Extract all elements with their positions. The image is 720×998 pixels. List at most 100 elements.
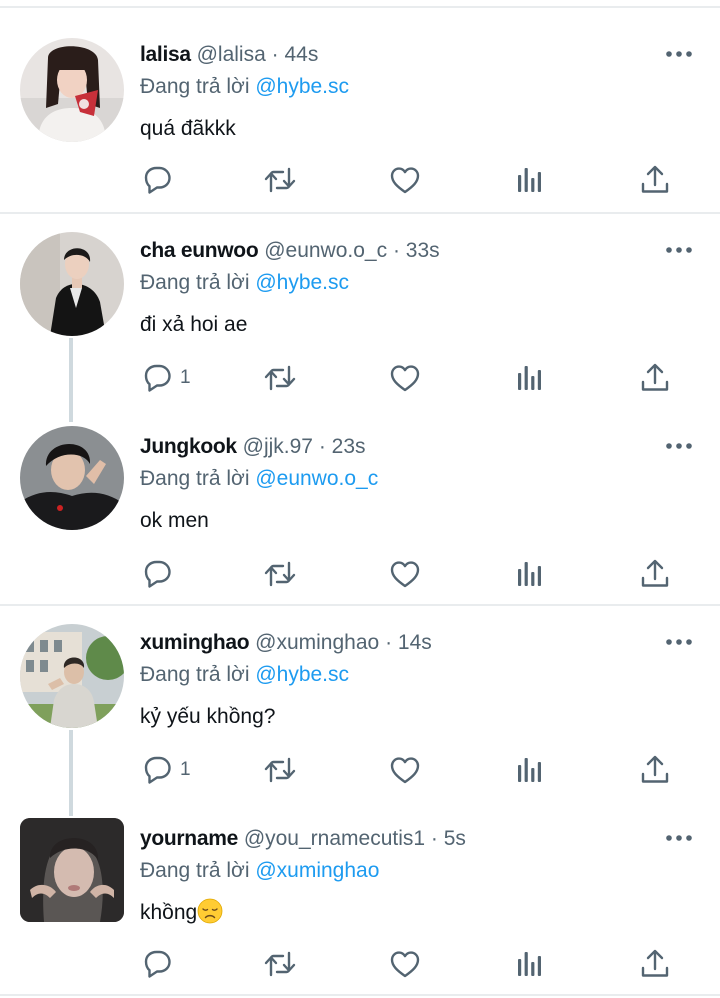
reply-button[interactable] — [140, 556, 180, 592]
timestamp[interactable]: 14s — [398, 631, 432, 654]
user-handle[interactable]: @xuminghao — [255, 631, 379, 654]
tweet[interactable]: Jungkook @jjk.97 · 23s Đang trả lời @eun… — [0, 426, 720, 606]
tweet-actions: 1 — [140, 360, 680, 396]
display-name[interactable]: yourname — [140, 827, 238, 850]
share-button[interactable] — [637, 162, 673, 198]
avatar[interactable] — [20, 818, 124, 922]
tweet[interactable]: lalisa @lalisa · 44s Đang trả lời @hybe.… — [0, 38, 720, 214]
display-name[interactable]: lalisa — [140, 43, 191, 66]
tweet-text: khồng — [140, 901, 198, 924]
tweet-body: khồng — [140, 896, 223, 930]
tweet-text: đi xả hoi ae — [140, 313, 248, 336]
retweet-icon — [262, 946, 298, 982]
tweet-header: Jungkook @jjk.97 · 23s — [140, 430, 366, 464]
separator-dot: · — [392, 239, 400, 262]
mention-link[interactable]: @xuminghao — [255, 859, 379, 882]
like-button[interactable] — [387, 360, 423, 396]
user-handle[interactable]: @jjk.97 — [243, 435, 313, 458]
views-icon — [512, 360, 548, 396]
views-button[interactable] — [512, 752, 548, 788]
more-icon[interactable] — [662, 42, 696, 66]
display-name[interactable]: cha eunwoo — [140, 239, 259, 262]
retweet-icon — [262, 360, 298, 396]
tweet-actions — [140, 946, 680, 982]
user-handle[interactable]: @eunwo.o_c — [264, 239, 387, 262]
reply-button[interactable]: 1 — [140, 360, 191, 396]
divider — [0, 604, 720, 606]
more-icon[interactable] — [662, 434, 696, 458]
reply-button[interactable] — [140, 162, 180, 198]
timestamp[interactable]: 5s — [444, 827, 466, 850]
share-button[interactable] — [637, 752, 673, 788]
like-button[interactable] — [387, 556, 423, 592]
retweet-button[interactable] — [262, 162, 298, 198]
share-button[interactable] — [637, 360, 673, 396]
timestamp[interactable]: 44s — [284, 43, 318, 66]
divider — [0, 6, 720, 8]
like-button[interactable] — [387, 162, 423, 198]
more-icon[interactable] — [662, 238, 696, 262]
divider — [0, 994, 720, 996]
more-icon[interactable] — [662, 630, 696, 654]
views-icon — [512, 162, 548, 198]
divider — [0, 212, 720, 214]
mention-link[interactable]: @hybe.sc — [255, 271, 349, 294]
mention-link[interactable]: @eunwo.o_c — [255, 467, 378, 490]
retweet-button[interactable] — [262, 752, 298, 788]
tweet-header: cha eunwoo @eunwo.o_c · 33s — [140, 234, 440, 268]
reply-icon — [140, 752, 176, 788]
retweet-button[interactable] — [262, 946, 298, 982]
share-icon — [637, 946, 673, 982]
replying-to: Đang trả lời @hybe.sc — [140, 70, 349, 104]
separator-dot: · — [385, 631, 393, 654]
views-button[interactable] — [512, 360, 548, 396]
replying-prefix: Đang trả lời — [140, 467, 250, 490]
share-button[interactable] — [637, 946, 673, 982]
tweet-text: quá đãkkk — [140, 117, 236, 140]
views-button[interactable] — [512, 556, 548, 592]
display-name[interactable]: Jungkook — [140, 435, 237, 458]
replying-prefix: Đang trả lời — [140, 75, 250, 98]
mention-link[interactable]: @hybe.sc — [255, 75, 349, 98]
user-handle[interactable]: @you_rnamecutis1 — [244, 827, 425, 850]
timestamp[interactable]: 23s — [332, 435, 366, 458]
tweet-text: ok men — [140, 509, 209, 532]
share-icon — [637, 752, 673, 788]
separator-dot: · — [430, 827, 438, 850]
replying-prefix: Đang trả lời — [140, 271, 250, 294]
reply-icon — [140, 556, 176, 592]
tweet[interactable]: yourname @you_rnamecutis1 · 5s Đang trả … — [0, 818, 720, 998]
tweet[interactable]: cha eunwoo @eunwo.o_c · 33s Đang trả lời… — [0, 232, 720, 410]
like-button[interactable] — [387, 752, 423, 788]
avatar[interactable] — [20, 624, 124, 728]
avatar[interactable] — [20, 232, 124, 336]
more-icon[interactable] — [662, 826, 696, 850]
avatar[interactable] — [20, 38, 124, 142]
avatar[interactable] — [20, 426, 124, 530]
retweet-button[interactable] — [262, 360, 298, 396]
like-button[interactable] — [387, 946, 423, 982]
disappointed-face-emoji — [197, 898, 223, 924]
tweet-actions — [140, 162, 680, 198]
views-icon — [512, 556, 548, 592]
like-icon — [387, 162, 423, 198]
reply-button[interactable] — [140, 946, 180, 982]
replying-prefix: Đang trả lời — [140, 859, 250, 882]
views-button[interactable] — [512, 162, 548, 198]
retweet-button[interactable] — [262, 556, 298, 592]
share-button[interactable] — [637, 556, 673, 592]
timestamp[interactable]: 33s — [406, 239, 440, 262]
tweet[interactable]: xuminghao @xuminghao · 14s Đang trả lời … — [0, 624, 720, 802]
views-button[interactable] — [512, 946, 548, 982]
retweet-icon — [262, 162, 298, 198]
display-name[interactable]: xuminghao — [140, 631, 250, 654]
replying-to: Đang trả lời @hybe.sc — [140, 658, 349, 692]
separator-dot: · — [271, 43, 279, 66]
reply-icon — [140, 946, 176, 982]
tweet-header: xuminghao @xuminghao · 14s — [140, 626, 432, 660]
reply-button[interactable]: 1 — [140, 752, 191, 788]
user-handle[interactable]: @lalisa — [197, 43, 266, 66]
like-icon — [387, 556, 423, 592]
views-icon — [512, 946, 548, 982]
mention-link[interactable]: @hybe.sc — [255, 663, 349, 686]
